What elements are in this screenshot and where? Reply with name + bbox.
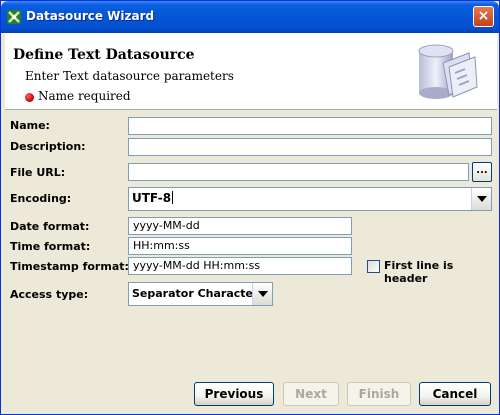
previous-button[interactable]: Previous <box>194 382 274 406</box>
browse-button[interactable]: ... <box>472 162 492 182</box>
name-input[interactable] <box>128 117 492 135</box>
encoding-label: Encoding: <box>10 192 72 205</box>
time-format-input[interactable]: HH:mm:ss <box>128 237 352 255</box>
required-message: Name required <box>38 89 131 103</box>
wizard-app-icon <box>7 10 21 24</box>
text-caret <box>172 191 174 204</box>
datasource-wizard-window: Datasource Wizard × Define Text Datasour… <box>0 0 500 415</box>
access-type-combo[interactable]: Separator Character <box>128 282 273 306</box>
file-url-label: File URL: <box>10 166 66 179</box>
first-line-header-checkbox[interactable] <box>367 260 380 273</box>
finish-button[interactable]: Finish <box>347 382 411 406</box>
access-type-label: Access type: <box>10 288 89 301</box>
date-format-input[interactable]: yyyy-MM-dd <box>128 217 352 235</box>
file-url-input[interactable] <box>128 163 469 181</box>
time-format-label: Time format: <box>10 240 91 253</box>
access-type-value: Separator Character <box>132 287 259 300</box>
wizard-header: Define Text Datasource Enter Text dataso… <box>5 33 497 110</box>
description-input[interactable] <box>128 138 492 156</box>
chevron-down-icon[interactable] <box>252 283 272 305</box>
encoding-value: UTF-8 <box>132 191 172 205</box>
cancel-button[interactable]: Cancel <box>419 382 491 406</box>
close-button[interactable]: × <box>473 6 494 27</box>
chevron-down-icon[interactable] <box>471 188 491 210</box>
date-format-label: Date format: <box>10 220 90 233</box>
timestamp-format-input[interactable]: yyyy-MM-dd HH:mm:ss <box>128 257 352 275</box>
header-subtitle: Enter Text datasource parameters <box>25 69 234 83</box>
description-label: Description: <box>10 140 86 153</box>
next-button[interactable]: Next <box>283 382 339 406</box>
first-line-header-label[interactable]: First line is header <box>384 259 499 285</box>
database-files-icon <box>418 44 478 99</box>
timestamp-format-label: Timestamp format: <box>10 260 129 273</box>
encoding-combo[interactable]: UTF-8 <box>128 187 492 211</box>
window-title: Datasource Wizard <box>26 9 155 23</box>
name-label: Name: <box>10 119 50 132</box>
title-bar[interactable]: Datasource Wizard × <box>1 1 499 33</box>
error-dot-icon <box>25 93 34 102</box>
header-title: Define Text Datasource <box>13 47 195 63</box>
ellipsis-icon: ... <box>476 165 488 176</box>
close-icon: × <box>477 8 490 24</box>
